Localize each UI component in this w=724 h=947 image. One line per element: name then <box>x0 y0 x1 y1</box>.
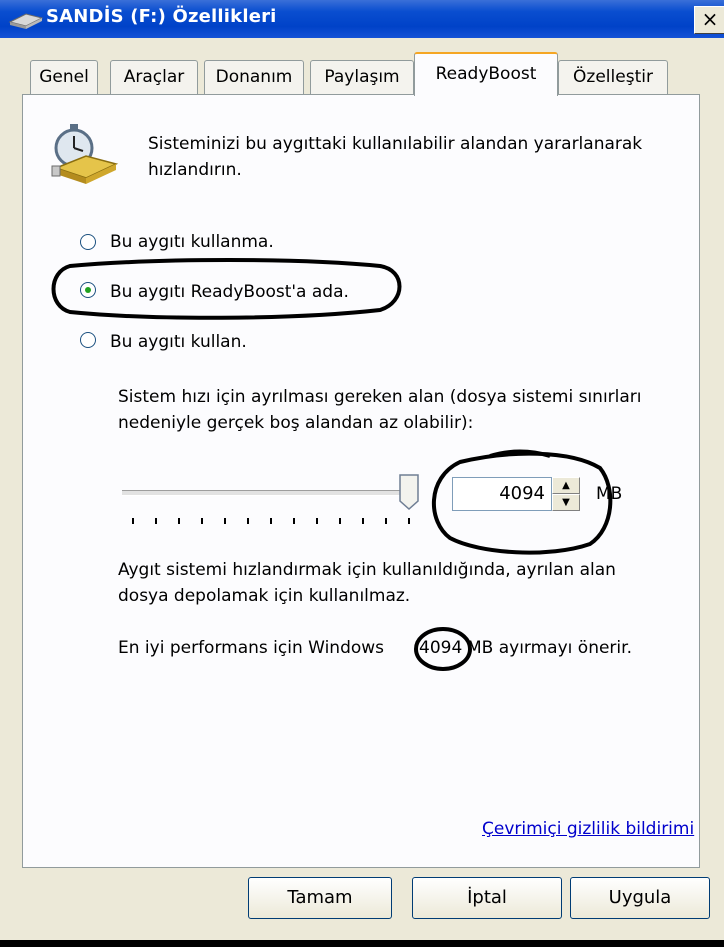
taskbar-edge <box>0 940 724 947</box>
cancel-button[interactable]: İptal <box>412 877 562 919</box>
slider-tick <box>385 518 387 524</box>
description-line-1: Sisteminizi bu aygıttaki kullanılabilir … <box>148 134 643 154</box>
slider-tick <box>408 518 410 524</box>
radio-dedicate-label[interactable]: Bu aygıtı ReadyBoost'a ada. <box>110 280 349 304</box>
spin-down-button[interactable]: ▼ <box>552 494 580 511</box>
space-description-line-2: nedeniyle gerçek boş alandan az olabilir… <box>118 413 474 433</box>
slider-tick <box>247 518 249 524</box>
recommendation-suffix: MB ayırmayı önerir. <box>467 638 632 658</box>
tab-ozellestir[interactable]: Özelleştir <box>558 60 668 94</box>
radio-use-label[interactable]: Bu aygıtı kullan. <box>110 330 247 354</box>
tab-araclar[interactable]: Araçlar <box>110 60 198 94</box>
privacy-statement-link[interactable]: Çevrimiçi gizlilik bildirimi <box>482 817 694 841</box>
close-button[interactable]: × <box>694 6 724 34</box>
spin-unit-label: MB <box>596 484 623 504</box>
note-line-1: Aygıt sistemi hızlandırmak için kullanıl… <box>118 560 616 580</box>
slider-tick <box>201 518 203 524</box>
slider-tick <box>270 518 272 524</box>
spin-up-button[interactable]: ▲ <box>552 477 580 494</box>
slider-tick <box>155 518 157 524</box>
radio-dedicate[interactable] <box>80 282 96 298</box>
recommendation-prefix: En iyi performans için Windows <box>118 638 385 658</box>
recommendation-value: 4094 <box>419 638 463 658</box>
slider-tick <box>362 518 364 524</box>
space-slider-track[interactable] <box>122 490 410 496</box>
slider-tick <box>178 518 180 524</box>
usb-drive-icon <box>8 13 44 29</box>
readyboost-panel <box>22 94 700 868</box>
window-title: SANDİS (F:) Özellikleri <box>46 6 277 27</box>
slider-tick <box>224 518 226 524</box>
properties-window: SANDİS (F:) Özellikleri × Genel Araçlar … <box>0 0 724 947</box>
tab-readyboost[interactable]: ReadyBoost <box>414 52 558 96</box>
space-slider-thumb[interactable] <box>399 474 419 510</box>
tab-paylasim[interactable]: Paylaşım <box>310 60 414 94</box>
space-description-line-1: Sistem hızı için ayrılması gereken alan … <box>118 387 642 407</box>
radio-dont-use[interactable] <box>80 234 96 250</box>
radio-dont-use-label[interactable]: Bu aygıtı kullanma. <box>110 230 274 254</box>
ok-button[interactable]: Tamam <box>248 877 392 919</box>
tab-donanim[interactable]: Donanım <box>204 60 304 94</box>
title-bar[interactable]: SANDİS (F:) Özellikleri × <box>0 0 724 38</box>
note-line-2: dosya depolamak için kullanılmaz. <box>118 586 411 606</box>
slider-tick <box>316 518 318 524</box>
space-spin-input[interactable]: 4094 <box>452 477 552 511</box>
slider-tick <box>293 518 295 524</box>
slider-tick <box>132 518 134 524</box>
tab-genel[interactable]: Genel <box>30 60 98 94</box>
apply-button[interactable]: Uygula <box>570 877 710 919</box>
radio-use[interactable] <box>80 332 96 348</box>
slider-tick <box>339 518 341 524</box>
space-spin-buttons: ▲ ▼ <box>552 477 580 511</box>
readyboost-stopwatch-icon <box>51 124 119 184</box>
description-line-2: hızlandırın. <box>148 160 242 180</box>
